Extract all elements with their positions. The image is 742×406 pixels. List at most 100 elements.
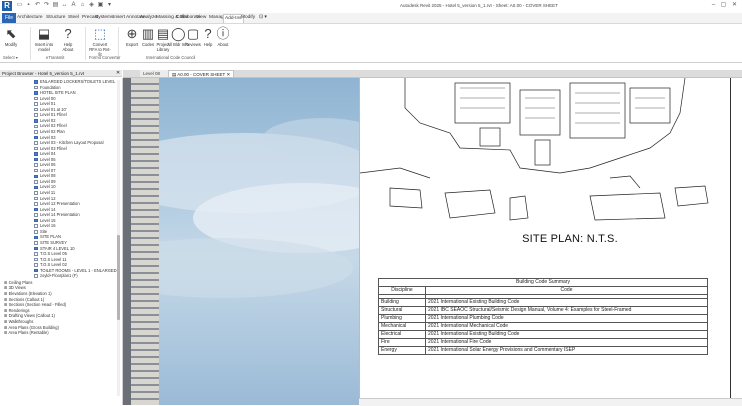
tab-close-icon[interactable]: ✕ xyxy=(225,72,230,77)
ribbon-button-insert-into-model[interactable]: ⬓ Insert into model xyxy=(33,27,55,53)
browser-item-label: TOILET ROOMS - LEVEL 1 - ENLARGED xyxy=(40,267,117,273)
browser-group-item[interactable]: ⊞ Sections (Callout 1) xyxy=(4,297,44,302)
browser-view-item[interactable]: Level 00 xyxy=(34,96,55,101)
close-window-icon[interactable]: ✕ xyxy=(731,2,738,9)
browser-view-item[interactable]: ENLARGED LOCKERS/TOILETS LEVEL xyxy=(34,79,115,84)
discipline-cell: Building xyxy=(378,298,426,307)
menu-file[interactable]: File xyxy=(2,13,16,23)
floor-plan-view-icon xyxy=(34,191,38,195)
revit-logo-icon[interactable]: R xyxy=(2,1,12,11)
floor-plan-view-icon xyxy=(34,224,38,228)
browser-view-item[interactable]: Level 02 Ffinel xyxy=(34,123,67,128)
browser-view-item[interactable]: SITE PLAN xyxy=(34,234,61,239)
browser-item-label: Level 03 Ffinel xyxy=(40,145,67,151)
contextual-tab-icon[interactable]: ⊡ ▾ xyxy=(259,14,267,22)
ribbon-button-convert-rfa-to-rvt-fit[interactable]: ⬚ Convert RFA to Rvt-fit xyxy=(89,27,111,58)
browser-view-item[interactable]: Level 02 xyxy=(34,118,55,123)
menu-view[interactable]: View xyxy=(196,14,206,22)
open-icon[interactable]: ▭ xyxy=(16,2,23,9)
browser-view-item[interactable]: Level 10 xyxy=(34,184,55,189)
undo-icon[interactable]: ↶ xyxy=(34,2,41,9)
measure-icon[interactable]: ↔ xyxy=(61,2,68,9)
browser-view-item[interactable]: Level 12 xyxy=(34,196,55,201)
browser-view-item[interactable]: Foundation xyxy=(34,85,61,90)
browser-view-item[interactable]: Level 16 xyxy=(34,223,55,228)
close-icon[interactable]: ✕ xyxy=(116,70,120,77)
browser-view-item[interactable]: Level 05 xyxy=(34,157,55,162)
browser-view-item[interactable]: Level 03 xyxy=(34,135,55,140)
browser-group-item[interactable]: ⊞ Renderings xyxy=(4,308,30,313)
menu-structure[interactable]: Structure xyxy=(46,14,65,22)
browser-view-item[interactable]: Level 06 xyxy=(34,162,55,167)
tab-level-08[interactable]: Level 08 xyxy=(140,70,168,77)
cursor-icon: ⬉ xyxy=(5,26,17,41)
customize-qat-icon[interactable]: ▾ xyxy=(106,2,113,9)
3d-view-icon[interactable]: ⌂ xyxy=(79,2,86,9)
redo-icon[interactable]: ↷ xyxy=(43,2,50,9)
minimize-icon[interactable]: – xyxy=(710,2,717,9)
ribbon-button-about[interactable]: ⓘ About xyxy=(212,27,234,48)
browser-view-item[interactable]: TOILET ROOMS - LEVEL 1 - ENLARGED xyxy=(34,268,117,273)
browser-view-item[interactable]: Level 12 Presentation xyxy=(34,201,80,206)
browser-item-label: HOTEL SITE PLAN xyxy=(40,90,76,96)
browser-group-item[interactable]: ⊞ Drafting Views (Callout 1) xyxy=(4,313,55,318)
browser-view-item[interactable]: Level 02 Plan xyxy=(34,129,65,134)
discipline-cell: Energy xyxy=(378,346,426,355)
floor-plan-view-icon xyxy=(34,119,38,123)
save-icon[interactable]: ▪ xyxy=(25,2,32,9)
browser-group-item[interactable]: ⊞ 3D Views xyxy=(4,285,26,290)
floor-plan-view-icon xyxy=(34,135,38,140)
browser-view-item[interactable]: Level 01 Ffinel xyxy=(34,112,67,117)
browser-group-item[interactable]: ⊞ Area Plans (Gross Building) xyxy=(4,325,59,330)
browser-view-item[interactable]: Level 11 xyxy=(34,190,55,195)
browser-view-item[interactable]: zoyld+Floorplan1 (F) xyxy=(34,273,78,278)
menu-insert[interactable]: Insert xyxy=(113,14,125,22)
section-icon[interactable]: ◈ xyxy=(88,2,95,9)
ribbon-button-help-about[interactable]: ? Help About xyxy=(57,27,79,53)
menu-steel[interactable]: Steel xyxy=(68,14,79,22)
browser-view-item[interactable]: Level 08 xyxy=(34,173,55,178)
browser-view-item[interactable]: Level 01 xyxy=(34,101,55,106)
switch-windows-icon[interactable]: ▣ xyxy=(97,2,104,9)
browser-view-item[interactable]: Level 07 xyxy=(34,168,55,173)
browser-view-item[interactable]: Site xyxy=(34,229,47,234)
menu-architecture[interactable]: Architecture xyxy=(17,14,43,22)
browser-view-item[interactable]: Level 03 Ffinel xyxy=(34,146,67,151)
floor-plan-view-icon xyxy=(34,268,38,273)
menu-modify[interactable]: Modify xyxy=(241,14,255,22)
browser-view-item[interactable]: STAIR 4 LEVEL 10 xyxy=(34,246,75,251)
panel-select-label[interactable]: Select ▾ xyxy=(3,55,18,60)
browser-view-item[interactable]: HOTEL SITE PLAN xyxy=(34,90,76,95)
project-browser-title: Project Browser - Hotel 5_version 5_1.rv… xyxy=(0,70,122,77)
ribbon-button-modify[interactable]: ⬉ Modify xyxy=(0,26,22,48)
maximize-icon[interactable]: ▢ xyxy=(720,2,727,9)
browser-view-item[interactable]: Level 04 xyxy=(34,151,55,156)
browser-group-item[interactable]: ⊞ Walkthroughs xyxy=(4,319,33,324)
site-plan-title: SITE PLAN: N.T.S. xyxy=(522,233,618,245)
browser-view-item[interactable]: T.O.S Level 02 xyxy=(34,262,67,267)
browser-group-item[interactable]: ⊞ Ceiling Plans xyxy=(4,280,32,285)
browser-view-item[interactable]: Level 01 at 10' xyxy=(34,107,67,112)
browser-view-item[interactable]: Level 15 xyxy=(34,218,55,223)
browser-view-item[interactable]: Level 09 xyxy=(34,179,55,184)
menu-analyze[interactable]: Analyze xyxy=(140,14,157,22)
floor-plan-view-icon xyxy=(34,202,38,206)
browser-view-item[interactable]: T.O.S Level 05 xyxy=(34,251,67,256)
floor-plan-view-icon xyxy=(34,230,38,234)
menu-systems[interactable]: Systems xyxy=(95,14,113,22)
browser-group-item[interactable]: ⊞ Sections (Section Head - Filled) xyxy=(4,302,66,307)
browser-view-item[interactable]: Level 03 - Kitchen Layout Proposal xyxy=(34,140,104,145)
browser-view-item[interactable]: SITE SURVEY xyxy=(34,240,67,245)
tab-cover-sheet[interactable]: ▤ A0.00 - COVER SHEET ✕ xyxy=(168,70,234,77)
column-header-discipline: Discipline xyxy=(378,286,426,295)
table-row: Structural 2021 IBC SEAOC Structural/Seis… xyxy=(378,306,708,315)
browser-view-item[interactable]: Level 14 xyxy=(34,207,55,212)
browser-group-item[interactable]: ⊞ Elevations (Elevation 1) xyxy=(4,291,52,296)
browser-scrollbar-thumb[interactable] xyxy=(117,235,120,320)
browser-view-item[interactable]: Level 14 Presentation xyxy=(34,212,80,217)
print-icon[interactable]: ▤ xyxy=(52,2,59,9)
browser-view-item[interactable]: T.O.S Level 11 xyxy=(34,257,67,262)
text-icon[interactable]: A xyxy=(70,2,77,9)
browser-group-item[interactable]: ⊞ Area Plans (Rentable) xyxy=(4,330,49,335)
table-title-row: Building Code Summary xyxy=(378,278,708,287)
